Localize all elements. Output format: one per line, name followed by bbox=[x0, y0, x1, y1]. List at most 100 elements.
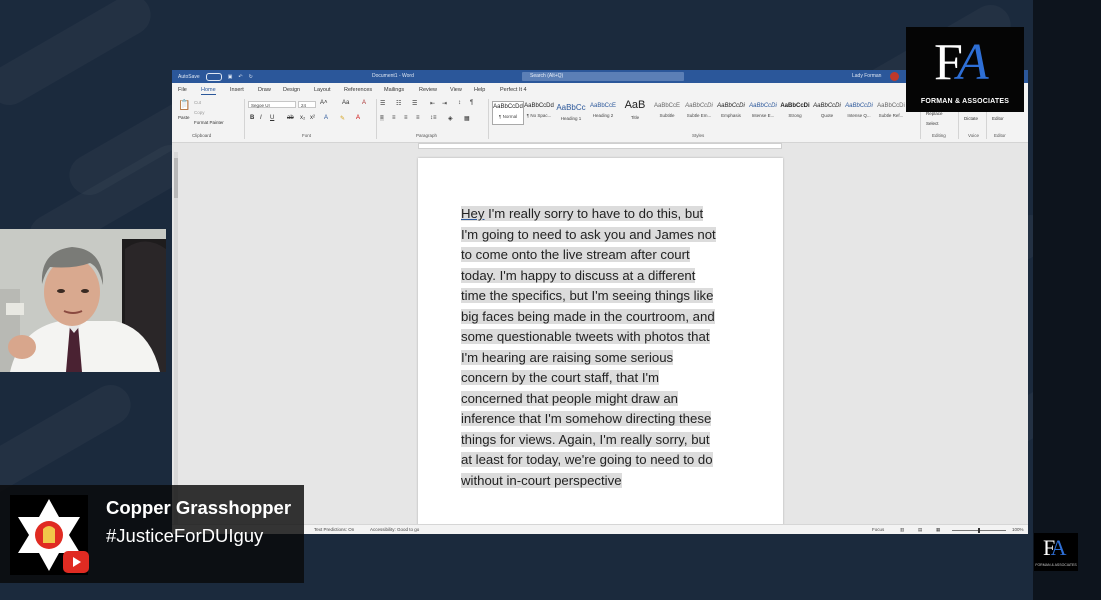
first-word: Hey bbox=[461, 206, 485, 221]
subscript-icon[interactable]: x₂ bbox=[300, 115, 305, 121]
align-right-icon[interactable]: ≡ bbox=[404, 115, 408, 121]
logo-name: FORMAN & ASSOCIATES bbox=[920, 98, 1010, 105]
voice-group-label: Voice bbox=[968, 133, 980, 138]
menu-mailings[interactable]: Mailings bbox=[384, 87, 404, 93]
style-intense-emphasis[interactable]: AaBbCcDi Intense E... bbox=[748, 101, 778, 123]
redo-icon[interactable]: ↻ bbox=[249, 74, 253, 80]
clipboard-group-label: Clipboard bbox=[192, 133, 212, 138]
multilevel-icon[interactable]: ☰ bbox=[412, 100, 417, 107]
menu-review[interactable]: Review bbox=[419, 87, 437, 93]
user-avatar[interactable] bbox=[890, 72, 899, 81]
ribbon-separator bbox=[488, 99, 489, 139]
menu-view[interactable]: View bbox=[450, 87, 462, 93]
select-button[interactable]: Select bbox=[926, 121, 939, 126]
sort-icon[interactable]: ↕ bbox=[458, 100, 461, 106]
style-heading-1[interactable]: AaBbCc Heading 1 bbox=[556, 101, 586, 123]
save-icon[interactable]: ▣ bbox=[228, 74, 233, 80]
font-size-box[interactable]: 24 bbox=[298, 101, 316, 108]
menu-layout[interactable]: Layout bbox=[314, 87, 331, 93]
text-line: to come onto the live stream after court bbox=[461, 247, 690, 262]
style-strong[interactable]: AaBbCcDi Strong bbox=[780, 101, 810, 123]
style-normal[interactable]: AaBbCcDd ¶ Normal bbox=[492, 101, 524, 125]
menu-draw[interactable]: Draw bbox=[258, 87, 271, 93]
style-sample: AaBbCcDi bbox=[749, 103, 777, 109]
style-name: Intense E... bbox=[751, 113, 775, 118]
align-left-icon[interactable]: ≡ bbox=[380, 115, 384, 121]
text-line: some questionable tweets with photos tha… bbox=[461, 329, 710, 344]
italic-icon[interactable]: I bbox=[260, 115, 262, 121]
menu-perfect-it[interactable]: Perfect It 4 bbox=[500, 87, 527, 93]
pilcrow-icon[interactable]: ¶ bbox=[470, 100, 473, 106]
font-name-box[interactable]: Segoe UI bbox=[248, 101, 296, 108]
style-intense-quote[interactable]: AaBbCcDi Intense Q... bbox=[844, 101, 874, 123]
font-color-icon[interactable]: A bbox=[356, 115, 360, 121]
undo-icon[interactable]: ↶ bbox=[238, 74, 242, 80]
menu-file[interactable]: File bbox=[178, 87, 187, 93]
borders-icon[interactable]: ▦ bbox=[464, 115, 470, 122]
logo-monogram: FA bbox=[934, 34, 989, 91]
menu-references[interactable]: References bbox=[344, 87, 372, 93]
zoom-level[interactable]: 100% bbox=[1012, 527, 1024, 532]
accessibility-status[interactable]: Accessibility: Good to go bbox=[370, 527, 419, 532]
change-case-icon[interactable]: Aa bbox=[342, 100, 349, 106]
menu-help[interactable]: Help bbox=[474, 87, 485, 93]
document-page[interactable]: Hey I'm really sorry to have to do this,… bbox=[418, 158, 783, 534]
style-title[interactable]: AaB Title bbox=[620, 99, 650, 123]
clear-formatting-icon[interactable]: A bbox=[362, 100, 366, 106]
style-subtitle[interactable]: AaBbCcE Subtitle bbox=[652, 101, 682, 123]
dictate-button[interactable]: Dictate bbox=[964, 116, 978, 121]
style-emphasis[interactable]: AaBbCcDi Emphasis bbox=[716, 101, 746, 123]
horizontal-ruler[interactable] bbox=[418, 143, 782, 149]
focus-button[interactable]: Focus bbox=[872, 527, 884, 532]
superscript-icon[interactable]: x² bbox=[310, 115, 315, 121]
bullets-icon[interactable]: ☰ bbox=[380, 100, 385, 107]
align-center-icon[interactable]: ≡ bbox=[392, 115, 396, 121]
zoom-slider-knob[interactable] bbox=[978, 528, 980, 533]
autosave-toggle[interactable] bbox=[205, 73, 222, 81]
style-heading-2[interactable]: AaBbCcE Heading 2 bbox=[588, 101, 618, 123]
text-predictions-status[interactable]: Text Predictions: On bbox=[314, 527, 354, 532]
line-spacing-icon[interactable]: ↕≡ bbox=[430, 115, 437, 121]
style-sample: AaBbCcE bbox=[653, 103, 680, 109]
style-no-spacing[interactable]: AaBbCcDd ¶ No Spac... bbox=[524, 101, 554, 123]
text-line: time the specifics, but I'm seeing thing… bbox=[461, 288, 714, 303]
web-layout-icon[interactable]: ▦ bbox=[936, 527, 940, 533]
menu-design[interactable]: Design bbox=[283, 87, 300, 93]
document-body[interactable]: Hey I'm really sorry to have to do this,… bbox=[461, 204, 751, 491]
text-line: at least for today, we're going to need … bbox=[461, 452, 713, 467]
shading-icon[interactable]: ◈ bbox=[448, 115, 453, 122]
menu-home[interactable]: Home bbox=[201, 87, 216, 95]
style-name: Title bbox=[630, 115, 640, 120]
read-mode-icon[interactable]: ▥ bbox=[900, 527, 904, 533]
numbering-icon[interactable]: ☷ bbox=[396, 100, 401, 107]
paste-icon[interactable]: 📋 bbox=[178, 100, 190, 111]
underline-icon[interactable]: U bbox=[270, 115, 274, 121]
style-subtle-emphasis[interactable]: AaBbCcDi Subtle Em... bbox=[684, 101, 714, 123]
cut-button[interactable]: Cut bbox=[194, 100, 201, 105]
strikethrough-icon[interactable]: ab bbox=[287, 115, 294, 121]
style-sample: AaBbCcDi bbox=[717, 103, 745, 109]
text-effects-icon[interactable]: A bbox=[324, 115, 328, 121]
style-sample: AaBbCcDi bbox=[877, 103, 905, 109]
highlight-icon[interactable]: ✎ bbox=[340, 115, 345, 122]
grow-font-icon[interactable]: A˄ bbox=[320, 100, 328, 106]
ribbon-separator bbox=[244, 99, 245, 139]
search-box[interactable]: Search (Alt+Q) bbox=[522, 72, 684, 81]
logo-monogram-small: FA bbox=[1043, 535, 1066, 560]
bold-icon[interactable]: B bbox=[250, 115, 254, 121]
font-group-label: Font bbox=[302, 133, 312, 138]
menu-insert[interactable]: Insert bbox=[230, 87, 244, 93]
ribbon-separator bbox=[376, 99, 377, 139]
copy-button[interactable]: Copy bbox=[194, 110, 205, 115]
style-subtle-reference[interactable]: AaBbCcDi Subtle Ref... bbox=[876, 101, 906, 123]
style-quote[interactable]: AaBbCcDi Quote bbox=[812, 101, 842, 123]
paste-label[interactable]: Paste bbox=[178, 115, 190, 120]
text-line: concern by the court staff, that I'm bbox=[461, 370, 659, 385]
youtube-icon bbox=[63, 551, 89, 573]
print-layout-icon[interactable]: ▤ bbox=[918, 527, 922, 533]
increase-indent-icon[interactable]: ⇥ bbox=[442, 100, 447, 107]
decrease-indent-icon[interactable]: ⇤ bbox=[430, 100, 435, 107]
format-painter-button[interactable]: Format Painter bbox=[194, 120, 224, 125]
justify-icon[interactable]: ≡ bbox=[416, 115, 420, 121]
editor-button[interactable]: Editor bbox=[992, 116, 1004, 121]
